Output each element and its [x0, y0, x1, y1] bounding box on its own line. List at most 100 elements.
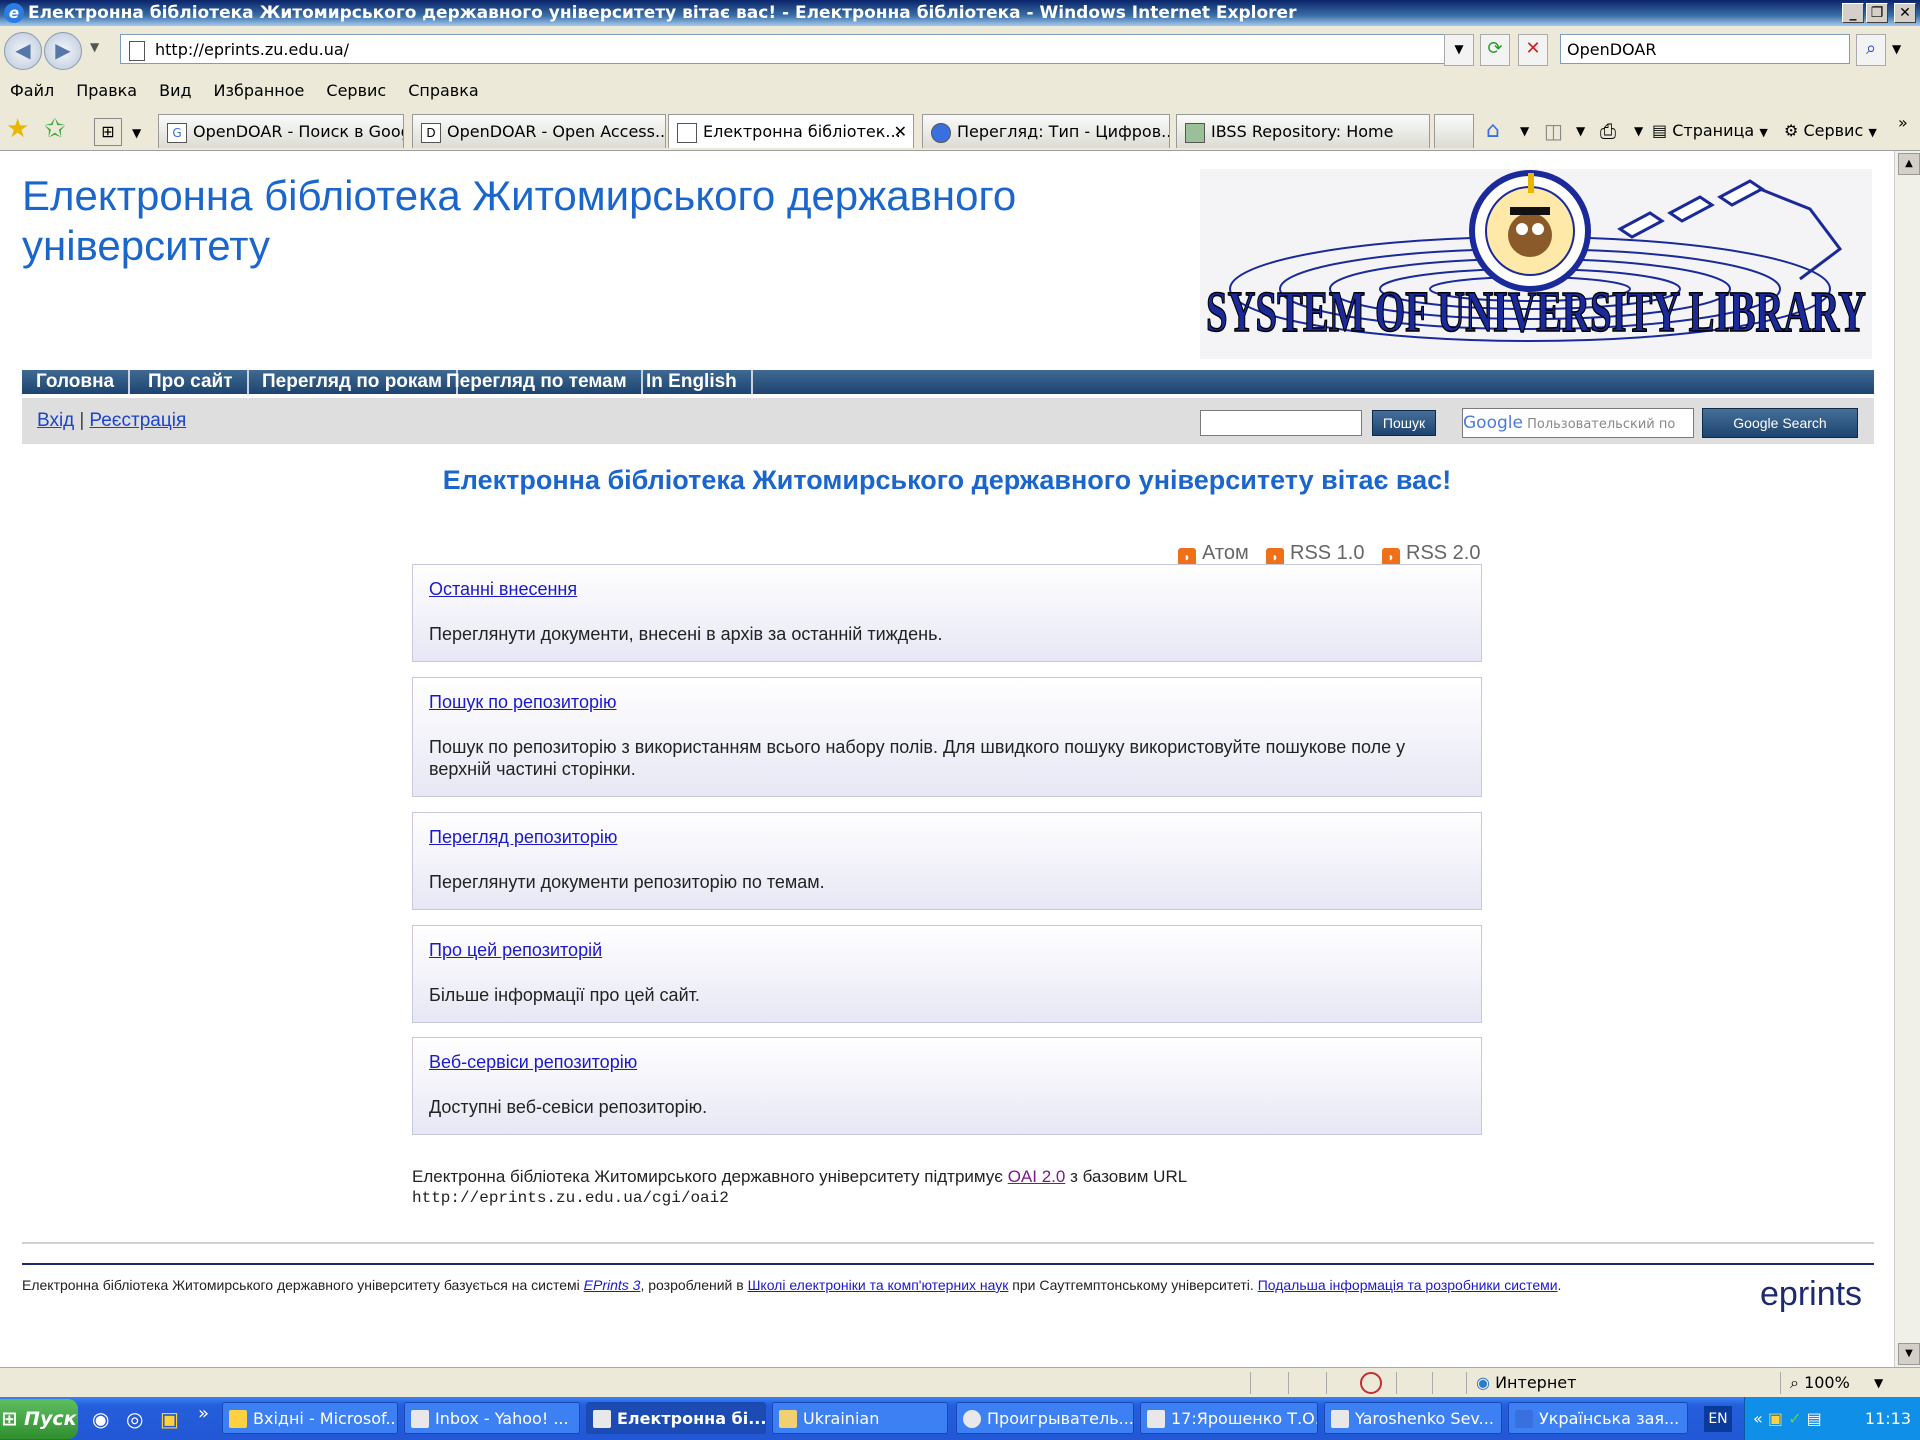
tray-expand-icon[interactable]: «: [1753, 1409, 1763, 1428]
web-page: Електронна бібліотека Житомирського держ…: [0, 151, 1894, 1367]
print-dropdown-icon[interactable]: ▼: [1634, 118, 1643, 144]
chevron-more-icon[interactable]: »: [1898, 110, 1908, 136]
forward-button[interactable]: ▶: [44, 32, 82, 70]
welcome-heading: Електронна бібліотека Житомирського держ…: [442, 465, 1452, 495]
scroll-down-icon[interactable]: ▼: [1898, 1343, 1920, 1365]
tray-network-icon[interactable]: ▤: [1807, 1409, 1822, 1428]
maximize-button[interactable]: ❐: [1866, 3, 1888, 23]
login-link[interactable]: Вхід: [37, 410, 74, 431]
quick-search-button[interactable]: Пошук: [1372, 410, 1436, 436]
tray-security-icon[interactable]: ✓: [1788, 1409, 1801, 1428]
taskbar-player[interactable]: Проигрыватель...: [956, 1402, 1134, 1434]
footer-text: Електронна бібліотека Житомирського держ…: [22, 1277, 1562, 1293]
history-dropdown-icon[interactable]: ▼: [90, 40, 99, 54]
quicklaunch-more-icon[interactable]: »: [198, 1403, 209, 1424]
tab-list-icon[interactable]: ▼: [132, 126, 141, 140]
tools-menu[interactable]: ⚙ Сервис ▼: [1784, 118, 1877, 146]
close-button[interactable]: ✕: [1894, 3, 1916, 23]
section-about: Про цей репозиторій Більше інформації пр…: [412, 925, 1482, 1023]
taskbar-yaroshenko-chat[interactable]: 17:Ярошенко Т.О.: [1140, 1402, 1318, 1434]
nav-about[interactable]: Про сайт: [134, 370, 249, 394]
minimize-button[interactable]: _: [1842, 3, 1864, 23]
taskbar-word[interactable]: Українська зая...: [1508, 1402, 1688, 1434]
tab-elibrary[interactable]: Електронна бібліотек... ✕: [668, 114, 914, 148]
section-text: Доступні веб-севіси репозиторію.: [429, 1097, 708, 1117]
feed-rss1[interactable]: ◗ RSS 1.0: [1266, 542, 1364, 566]
oai-base-url: http://eprints.zu.edu.ua/cgi/oai2: [412, 1189, 729, 1207]
search-icon[interactable]: ⌕: [1856, 34, 1886, 66]
stop-icon[interactable]: ✕: [1518, 34, 1548, 66]
home-icon[interactable]: ⌂: [1486, 118, 1500, 144]
oai-info: Електронна бібліотека Житомирського держ…: [412, 1167, 1188, 1186]
section-latest: Останні внесення Переглянути документи, …: [412, 564, 1482, 662]
nav-home[interactable]: Головна: [22, 370, 131, 394]
close-tab-icon[interactable]: ✕: [894, 115, 907, 148]
section-link[interactable]: Пошук по репозиторію: [429, 692, 616, 713]
zoom-dropdown-icon[interactable]: ▼: [1874, 1368, 1883, 1398]
section-link[interactable]: Про цей репозиторій: [429, 940, 602, 961]
taskbar-elibrary[interactable]: Електронна бі...: [586, 1402, 766, 1434]
tray-calendar-icon[interactable]: ▣: [1768, 1409, 1783, 1428]
taskbar-yaroshenko-doc[interactable]: Yaroshenko Sev...: [1324, 1402, 1502, 1434]
google-search-input[interactable]: Google Пользовательский по: [1462, 408, 1694, 438]
menu-view[interactable]: Вид: [159, 81, 191, 100]
add-favorite-icon[interactable]: ✩: [44, 114, 66, 144]
search-options-icon[interactable]: ▼: [1892, 42, 1901, 56]
refresh-icon[interactable]: ⟳: [1480, 34, 1510, 66]
back-button[interactable]: ◀: [4, 32, 42, 70]
tab-opendoar[interactable]: D OpenDOAR - Open Access...: [412, 114, 666, 148]
menu-help[interactable]: Справка: [408, 81, 479, 100]
new-tab-button[interactable]: [1434, 114, 1474, 148]
google-search-button[interactable]: Google Search: [1702, 408, 1858, 438]
media-player-icon[interactable]: ◎: [126, 1407, 143, 1431]
language-indicator[interactable]: EN: [1704, 1406, 1732, 1432]
site-title[interactable]: Електронна бібліотека Житомирського держ…: [22, 171, 1142, 271]
menu-file[interactable]: Файл: [10, 81, 54, 100]
section-link[interactable]: Перегляд репозиторію: [429, 827, 617, 848]
zoom-level[interactable]: ⌕ 100%: [1790, 1368, 1850, 1398]
oai-link[interactable]: OAI 2.0: [1008, 1167, 1066, 1186]
vertical-scrollbar[interactable]: ▲ ▼: [1894, 151, 1920, 1367]
nav-by-year[interactable]: Перегляд по рокам: [248, 370, 459, 394]
nav-english[interactable]: In English: [632, 370, 753, 394]
quick-search-input[interactable]: [1200, 410, 1362, 436]
nav-by-subject[interactable]: Перегляд по темам: [432, 370, 643, 394]
menu-tools[interactable]: Сервис: [326, 81, 386, 100]
opera-icon[interactable]: ◉: [92, 1407, 109, 1431]
favorites-star-icon[interactable]: ★: [6, 114, 29, 144]
scroll-up-icon[interactable]: ▲: [1898, 153, 1920, 175]
address-dropdown-icon[interactable]: ▼: [1444, 34, 1474, 66]
feeds-dropdown-icon[interactable]: ▼: [1576, 118, 1585, 144]
security-zone[interactable]: ◉ Интернет: [1476, 1368, 1576, 1398]
menu-edit[interactable]: Правка: [76, 81, 137, 100]
tab-google[interactable]: G OpenDOAR - Поиск в Google: [158, 114, 404, 148]
popup-blocker-icon[interactable]: [1360, 1372, 1382, 1394]
zoom-icon: ⌕: [1790, 1373, 1799, 1392]
eprints-link[interactable]: EPrints 3: [584, 1277, 641, 1293]
register-link[interactable]: Реєстрація: [89, 410, 186, 431]
print-icon[interactable]: ⎙: [1600, 118, 1616, 144]
feed-atom[interactable]: ◗ Атом: [1178, 542, 1249, 566]
quick-tabs-icon[interactable]: ⊞: [94, 118, 122, 146]
home-dropdown-icon[interactable]: ▼: [1520, 118, 1529, 144]
address-input[interactable]: http://eprints.zu.edu.ua/: [120, 34, 1470, 64]
ecs-link[interactable]: Школі електроніки та комп'ютерних наук: [748, 1277, 1009, 1293]
taskbar-ukrainian[interactable]: Ukrainian: [772, 1402, 948, 1434]
start-button[interactable]: ⊞ Пуск: [0, 1399, 78, 1439]
taskbar-outlook[interactable]: Вхідні - Microsof...: [222, 1402, 398, 1434]
feed-rss2[interactable]: ◗ RSS 2.0: [1382, 542, 1480, 566]
page-menu[interactable]: ▤ Страница ▼: [1652, 118, 1768, 146]
eprints-logo[interactable]: eprints: [1760, 1275, 1862, 1314]
tab-ibss[interactable]: IBSS Repository: Home: [1176, 114, 1430, 148]
more-info-link[interactable]: Подальша інформація та розробники систем…: [1258, 1277, 1558, 1293]
menu-favorites[interactable]: Избранное: [214, 81, 305, 100]
taskbar-yahoo[interactable]: Inbox - Yahoo! ...: [404, 1402, 580, 1434]
window-title-bar: e Електронна бібліотека Житомирського де…: [0, 0, 1920, 26]
search-input[interactable]: OpenDOAR: [1560, 34, 1850, 64]
feeds-icon[interactable]: ◫: [1544, 118, 1563, 144]
section-link[interactable]: Останні внесення: [429, 579, 577, 600]
calendar-icon[interactable]: ▣: [160, 1407, 179, 1431]
address-toolbar: ◀ ▶ ▼ http://eprints.zu.edu.ua/ ▼ ⟳ ✕ Op…: [0, 26, 1920, 76]
section-link[interactable]: Веб-сервіси репозиторію: [429, 1052, 637, 1073]
tab-perehliad[interactable]: Перегляд: Тип - Цифров...: [922, 114, 1170, 148]
